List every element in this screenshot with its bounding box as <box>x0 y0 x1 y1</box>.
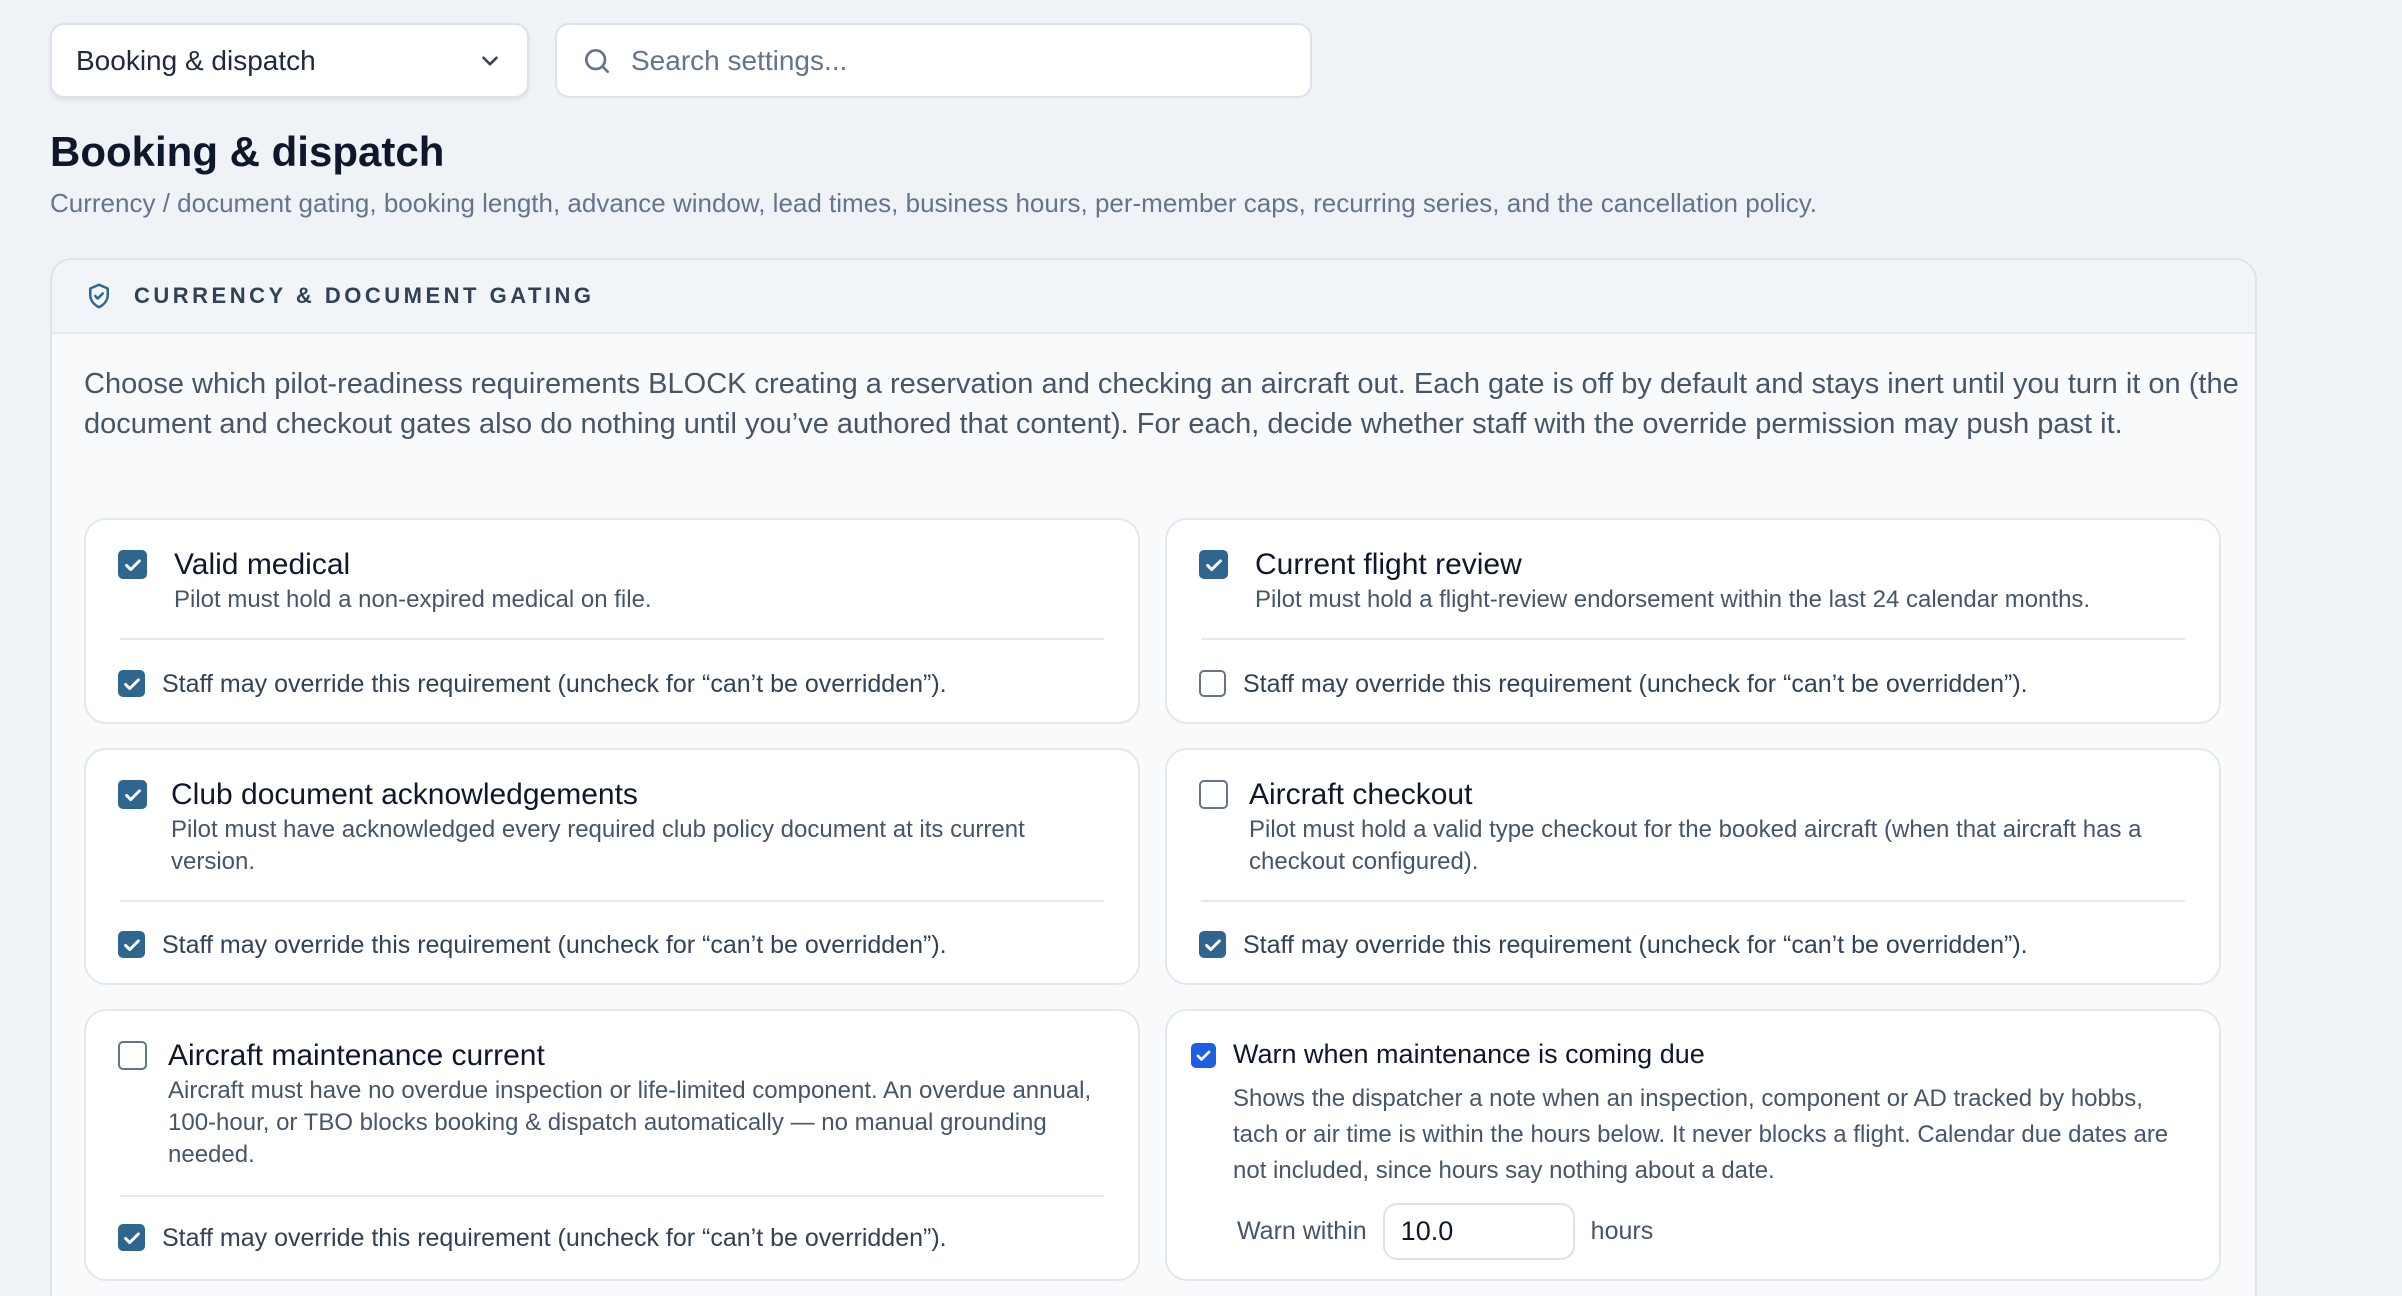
card-divider <box>1201 900 2185 902</box>
gate-card-aircraft-checkout: Aircraft checkout Pilot must hold a vali… <box>1165 748 2221 985</box>
override-label: Staff may override this requirement (unc… <box>1243 931 2028 959</box>
override-label: Staff may override this requirement (unc… <box>162 670 947 698</box>
search-icon <box>585 48 609 73</box>
warn-within-row: Warn within hours <box>1237 1203 1653 1260</box>
check-icon <box>123 1231 140 1244</box>
card-divider <box>120 638 1104 640</box>
override-checkbox[interactable] <box>1199 931 1226 958</box>
check-icon <box>1204 938 1221 951</box>
gate-enable-checkbox[interactable] <box>118 550 147 579</box>
section-select[interactable]: Booking & dispatch <box>50 23 529 98</box>
warn-maintenance-card: Warn when maintenance is coming due Show… <box>1165 1009 2221 1281</box>
gate-description: Pilot must hold a non-expired medical on… <box>174 586 652 613</box>
panel-intro: Choose which pilot-readiness requirement… <box>84 368 2239 440</box>
shield-check-icon <box>89 283 109 309</box>
panel-heading: CURRENCY & DOCUMENT GATING <box>134 283 595 308</box>
gate-title: Valid medical <box>174 548 351 581</box>
search-input[interactable] <box>631 44 1286 77</box>
warn-description: Shows the dispatcher a note when an insp… <box>1233 1085 2169 1184</box>
override-checkbox[interactable] <box>118 1224 145 1251</box>
check-icon <box>123 938 140 951</box>
search-box[interactable] <box>555 23 1312 98</box>
override-checkbox[interactable] <box>1199 670 1226 697</box>
warn-enable-checkbox[interactable] <box>1191 1043 1216 1068</box>
card-divider <box>120 900 1104 902</box>
card-divider <box>1201 638 2185 640</box>
gate-description: Pilot must hold a valid type checkout fo… <box>1249 816 2142 875</box>
warn-hours-unit: hours <box>1590 1217 1654 1245</box>
top-bar: Booking & dispatch <box>50 23 1312 98</box>
warn-hours-input[interactable] <box>1382 1203 1575 1260</box>
gate-title: Current flight review <box>1255 548 1522 581</box>
check-icon <box>123 677 140 690</box>
check-icon <box>1196 1050 1211 1061</box>
override-label: Staff may override this requirement (unc… <box>162 1224 947 1252</box>
currency-gating-panel: CURRENCY & DOCUMENT GATING Choose which … <box>50 258 2257 1296</box>
override-checkbox[interactable] <box>118 670 145 697</box>
gate-title: Aircraft maintenance current <box>168 1039 545 1072</box>
override-label: Staff may override this requirement (unc… <box>162 931 947 959</box>
gate-enable-checkbox[interactable] <box>1199 550 1228 579</box>
override-checkbox[interactable] <box>118 931 145 958</box>
check-icon <box>124 788 141 801</box>
gate-enable-checkbox[interactable] <box>118 780 147 809</box>
chevron-down-icon <box>482 55 498 66</box>
gate-card-valid-medical: Valid medical Pilot must hold a non-expi… <box>84 518 1140 724</box>
check-icon <box>1205 558 1222 571</box>
page-title: Booking & dispatch <box>50 128 445 175</box>
gate-description: Aircraft must have no overdue inspection… <box>168 1077 1092 1168</box>
warn-within-label: Warn within <box>1237 1217 1367 1245</box>
gate-description: Pilot must have acknowledged every requi… <box>171 816 1025 875</box>
gate-description: Pilot must hold a flight-review endorsem… <box>1255 586 2091 613</box>
check-icon <box>124 558 141 571</box>
gate-card-maintenance-current: Aircraft maintenance current Aircraft mu… <box>84 1009 1140 1281</box>
gate-title: Aircraft checkout <box>1249 778 1473 811</box>
card-divider <box>120 1195 1104 1197</box>
gate-enable-checkbox[interactable] <box>1199 780 1228 809</box>
warn-title: Warn when maintenance is coming due <box>1233 1039 1705 1069</box>
gate-card-flight-review: Current flight review Pilot must hold a … <box>1165 518 2221 724</box>
gate-enable-checkbox[interactable] <box>118 1041 147 1070</box>
gate-card-document-acks: Club document acknowledgements Pilot mus… <box>84 748 1140 985</box>
gate-title: Club document acknowledgements <box>171 778 638 811</box>
panel-header: CURRENCY & DOCUMENT GATING <box>52 260 2255 334</box>
section-select-value: Booking & dispatch <box>76 44 316 76</box>
page-description: Currency / document gating, booking leng… <box>50 188 1818 218</box>
override-label: Staff may override this requirement (unc… <box>1243 670 2028 698</box>
